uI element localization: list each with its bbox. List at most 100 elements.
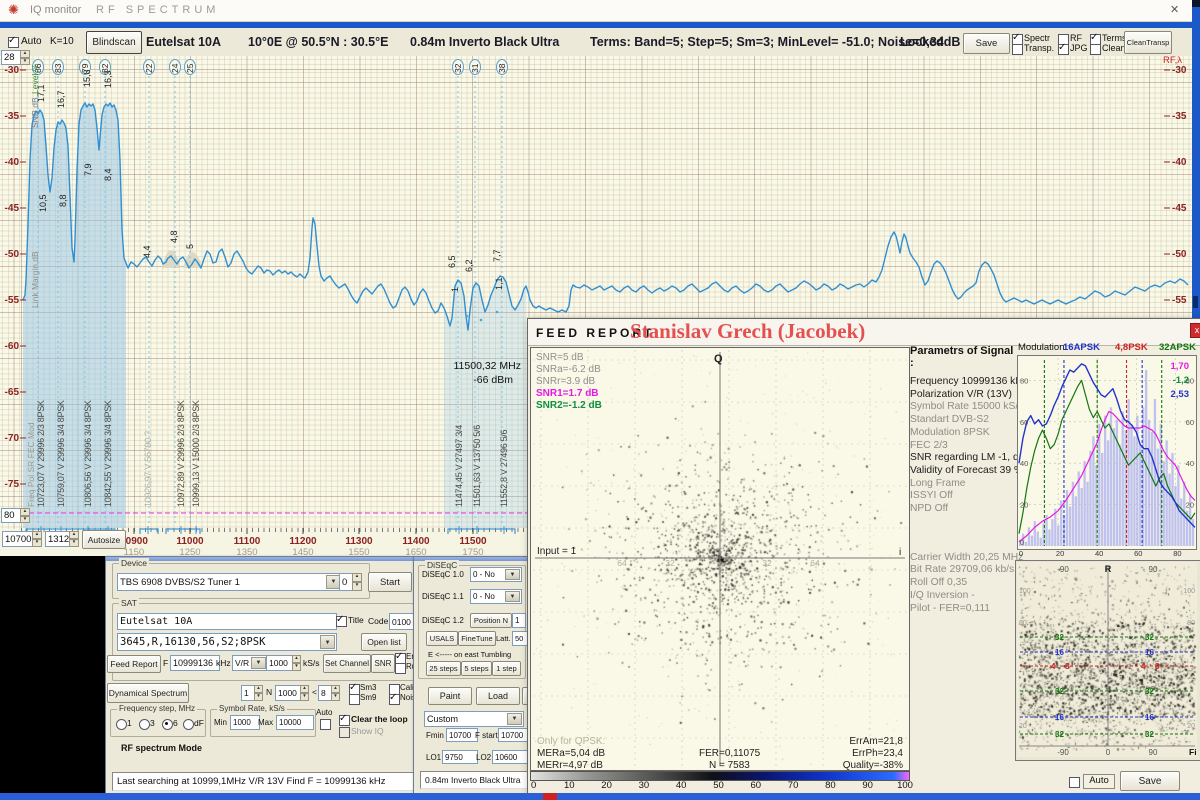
clean-checkbox[interactable] xyxy=(1090,44,1101,55)
code-label: Code xyxy=(368,616,388,626)
feed-report-button[interactable]: Feed Report xyxy=(107,655,161,673)
chevron-down-icon[interactable]: ▼ xyxy=(251,657,266,669)
transponder-combo[interactable]: 3645,R,16130,56,S2;8PSK▼ xyxy=(117,633,337,651)
scale-label: 60 xyxy=(745,780,767,791)
start-button[interactable]: Start xyxy=(368,572,412,592)
scale-label: 10 xyxy=(558,780,580,791)
sm9-checkbox[interactable] xyxy=(349,694,360,705)
feed-report-window: FEED REPORT Stanislav Grech (Jacobek) x … xyxy=(527,318,1200,795)
signal-params-panel: Parametrs of Signal :Frequency 10999136 … xyxy=(910,345,1016,645)
max-field[interactable]: 10000 xyxy=(276,715,314,730)
phase-line-label: 16 xyxy=(1055,713,1064,722)
phase-auto-checkbox[interactable] xyxy=(1069,777,1080,788)
fstart-field[interactable]: 10700 xyxy=(498,728,529,742)
quality-value: Quality=-38% xyxy=(843,760,903,770)
usals-button[interactable]: USALS xyxy=(426,631,458,646)
taskbar[interactable] xyxy=(0,793,1200,800)
chevron-down-icon[interactable]: ▼ xyxy=(507,713,522,725)
chevron-down-icon[interactable]: ▼ xyxy=(505,569,520,580)
save-button[interactable]: Save xyxy=(963,33,1010,54)
frequency-field[interactable]: 10999136 xyxy=(170,655,220,671)
lo2-field[interactable]: 10600 xyxy=(492,750,528,764)
clear-loop-checkbox[interactable] xyxy=(339,715,350,726)
mod-y-label: 40 xyxy=(1186,459,1194,468)
mod-bar xyxy=(1119,445,1121,546)
dynamical-spectrum-button[interactable]: Dynamical Spectrum xyxy=(107,683,189,703)
level-top-spinner-arrows[interactable]: ▲▼ xyxy=(20,50,30,65)
phase-save-button[interactable]: Save xyxy=(1120,771,1180,791)
mod-bar xyxy=(1040,538,1042,546)
marker-number: 22 xyxy=(144,63,154,73)
paint-button[interactable]: Paint xyxy=(428,687,472,705)
device-index-arrows[interactable]: ▲▼ xyxy=(352,573,362,591)
radio-6-label: 6 xyxy=(173,718,178,728)
blindscan-button[interactable]: Blindscan xyxy=(86,31,142,54)
step1-button[interactable]: 1 step xyxy=(492,661,521,676)
n3-arrows[interactable]: ▲▼ xyxy=(331,685,340,701)
min-field[interactable]: 1000 xyxy=(230,715,260,730)
finetune-button[interactable]: FineTune xyxy=(458,631,496,646)
position-field[interactable]: 1 xyxy=(512,613,526,628)
fmin-field[interactable]: 10700 xyxy=(446,728,478,742)
transp-checkbox[interactable] xyxy=(1012,44,1023,55)
mod-bar xyxy=(1048,529,1050,546)
feed-close-icon[interactable]: x xyxy=(1190,323,1200,338)
n2-arrows[interactable]: ▲▼ xyxy=(300,685,309,701)
snr-line: SNR2=-1.2 dB xyxy=(536,400,602,411)
jpg-checkbox[interactable] xyxy=(1058,44,1069,55)
span-arrows[interactable]: ▲▼ xyxy=(69,531,79,547)
cleantransp-button[interactable]: CleanTransp xyxy=(1124,31,1172,54)
lo1-field[interactable]: 9750 xyxy=(442,750,478,764)
autosize-button[interactable]: Autosize xyxy=(82,530,126,549)
params-title: Parametrs of Signal : xyxy=(910,345,1016,369)
y-axis-label-right: -40 xyxy=(1172,157,1187,168)
radio-1[interactable] xyxy=(116,719,127,730)
open-list-button[interactable]: Open list xyxy=(361,633,407,651)
transponder-label: 10972,89 V 29996 2/3 8PSK xyxy=(176,400,186,507)
title-checkbox[interactable] xyxy=(336,616,347,627)
show-iq-checkbox[interactable] xyxy=(339,727,350,738)
taskbar-item[interactable] xyxy=(543,793,557,800)
set-channel-button[interactable]: Set Channel xyxy=(323,654,371,673)
rus-checkbox[interactable] xyxy=(395,663,406,674)
sat-name-field[interactable]: Eutelsat 10A xyxy=(117,613,337,630)
radio-6[interactable] xyxy=(162,719,173,730)
mod-bar xyxy=(1034,521,1036,546)
load-button[interactable]: Load xyxy=(476,687,520,705)
steps5-button[interactable]: 5 steps xyxy=(461,661,492,676)
diseqc-group-label: DiSEqC xyxy=(425,560,459,570)
chevron-down-icon[interactable]: ▼ xyxy=(320,635,335,649)
code-field[interactable]: 0100 xyxy=(389,613,415,630)
start-freq-arrows[interactable]: ▲▼ xyxy=(32,531,42,547)
steps25-button[interactable]: 25 steps xyxy=(426,661,461,676)
start-freq-spinner[interactable]: 10700 xyxy=(2,531,36,547)
custom-combo[interactable]: Custom▼ xyxy=(424,711,524,727)
mod-y-label: 80 xyxy=(1020,376,1028,385)
diseqc10-combo[interactable]: 0 - No▼ xyxy=(470,567,522,582)
phase-edge-label: 80 xyxy=(1187,620,1195,627)
polarization-combo[interactable]: V/R▼ xyxy=(232,655,268,671)
device-combo[interactable]: TBS 6908 DVBS/S2 Tuner 1▼ xyxy=(117,573,343,591)
margin-annotation: 7,9 xyxy=(83,163,93,176)
symbolrate-arrows[interactable]: ▲▼ xyxy=(292,655,301,671)
modulation-label: Modulation: xyxy=(1018,342,1067,353)
screen: ✺ IQ monitor RF SPECTRUM ✕ Auto K=10 Bli… xyxy=(0,0,1200,800)
device-window: Device TBS 6908 DVBS/S2 Tuner 1▼ 0 ▲▼ St… xyxy=(105,556,415,796)
snr-line: SNRa=-6.2 dB xyxy=(536,364,601,375)
chevron-down-icon[interactable]: ▼ xyxy=(505,591,520,602)
close-icon[interactable]: ✕ xyxy=(1170,3,1179,16)
auto-checkbox[interactable] xyxy=(8,37,19,48)
y-axis-label-right: -45 xyxy=(1172,203,1187,214)
noise-checkbox[interactable] xyxy=(389,694,400,705)
radio-3[interactable] xyxy=(139,719,150,730)
auto-sr-checkbox[interactable] xyxy=(320,719,331,730)
snr-annotation: 6,2 xyxy=(464,259,474,272)
mera-value: MERa=5,04 dB xyxy=(537,748,605,759)
radio-df[interactable] xyxy=(183,719,194,730)
diseqc11-combo[interactable]: 0 - No▼ xyxy=(470,589,522,604)
marker-number: 24 xyxy=(170,63,180,73)
position-n-button[interactable]: Position N xyxy=(470,613,512,628)
level-bottom-spinner-arrows[interactable]: ▲▼ xyxy=(20,508,30,523)
snr-button[interactable]: SNR xyxy=(371,654,395,673)
n1-arrows[interactable]: ▲▼ xyxy=(254,685,263,701)
